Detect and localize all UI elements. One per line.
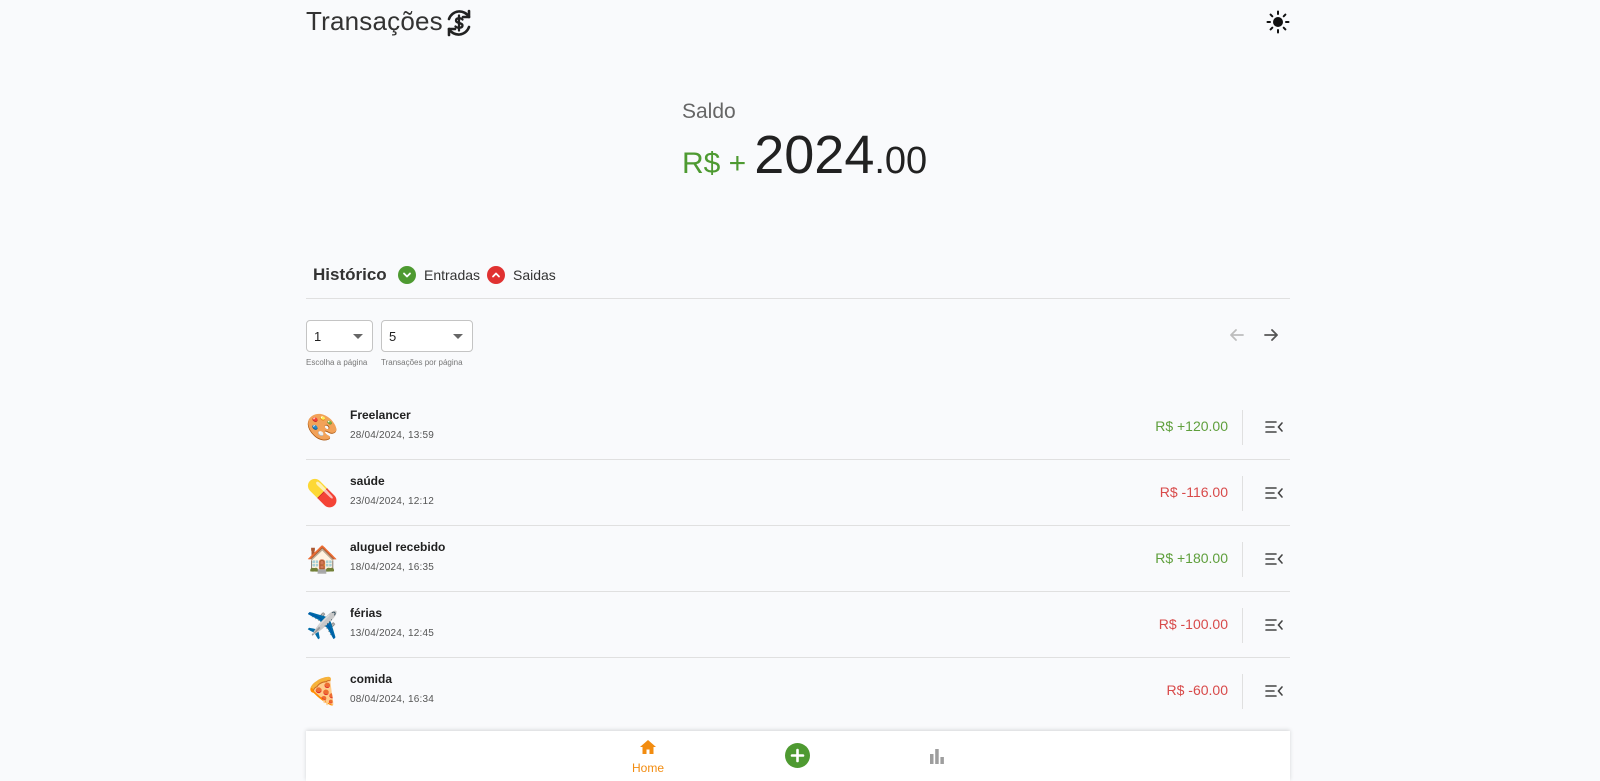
transaction-date: 08/04/2024, 16:34 <box>350 694 435 705</box>
transaction-date: 18/04/2024, 16:35 <box>350 562 435 573</box>
transaction-amount: R$ -60.00 <box>1166 682 1228 698</box>
transaction-date: 13/04/2024, 12:45 <box>350 628 435 639</box>
plus-icon <box>790 748 805 763</box>
balance-section: Saldo R$ + 2024 .00 <box>682 100 927 186</box>
nav-home-button[interactable]: Home <box>628 739 668 775</box>
menu-open-icon[interactable] <box>1264 682 1284 700</box>
nav-home-label: Home <box>631 761 664 775</box>
caret-down-icon <box>353 334 363 339</box>
transaction-name: Freelancer <box>350 408 411 422</box>
menu-open-icon[interactable] <box>1264 550 1284 568</box>
category-emoji-icon: ✈️ <box>306 610 339 640</box>
transaction-name: férias <box>350 606 383 620</box>
add-transaction-button[interactable] <box>785 743 810 768</box>
balance-value: R$ + 2024 .00 <box>682 124 927 186</box>
chevron-up-icon <box>487 266 505 284</box>
divider <box>1242 476 1243 511</box>
transaction-name: aluguel recebido <box>350 540 446 554</box>
per-page-select-helper: Transações por página <box>381 358 463 367</box>
transaction-date: 23/04/2024, 12:12 <box>350 496 435 507</box>
category-emoji-icon: 🏠 <box>306 544 339 574</box>
transaction-name: saúde <box>350 474 385 488</box>
transaction-amount: R$ +180.00 <box>1155 550 1228 566</box>
transaction-row[interactable]: ✈️ férias 13/04/2024, 12:45 R$ -100.00 <box>306 592 1290 658</box>
transaction-amount: R$ +120.00 <box>1155 418 1228 434</box>
page-select-value: 1 <box>314 329 322 344</box>
divider <box>1242 608 1243 643</box>
divider <box>1242 674 1243 709</box>
transaction-name: comida <box>350 672 393 686</box>
category-emoji-icon: 🎨 <box>306 412 339 442</box>
bar-chart-icon[interactable] <box>929 748 945 764</box>
menu-open-icon[interactable] <box>1264 418 1284 436</box>
transaction-date: 28/04/2024, 13:59 <box>350 430 435 441</box>
arrow-left-icon[interactable] <box>1227 325 1247 345</box>
balance-currency: R$ + <box>682 147 747 180</box>
transaction-amount: R$ -100.00 <box>1158 616 1228 632</box>
menu-open-icon[interactable] <box>1264 616 1284 634</box>
balance-label: Saldo <box>682 100 736 123</box>
history-header: Histórico Entradas Saidas <box>306 262 1290 299</box>
transaction-row[interactable]: 💊 saúde 23/04/2024, 12:12 R$ -116.00 <box>306 460 1290 526</box>
page-select[interactable]: 1 <box>306 320 373 352</box>
divider <box>1242 542 1243 577</box>
transaction-row[interactable]: 🎨 Freelancer 28/04/2024, 13:59 R$ +120.0… <box>306 394 1290 460</box>
sun-icon[interactable] <box>1266 10 1290 34</box>
legend-income-label: Entradas <box>424 267 481 283</box>
legend-expense: Saidas <box>487 266 556 284</box>
app-container: Transações Saldo R$ + 2024 .00 Histórico… <box>306 0 1290 781</box>
chevron-down-icon <box>398 266 416 284</box>
arrow-right-icon[interactable] <box>1261 325 1281 345</box>
page-title: Transações <box>306 6 443 36</box>
bottom-navigation: Home <box>306 731 1290 781</box>
per-page-select-value: 5 <box>389 329 397 344</box>
home-icon <box>640 740 656 754</box>
divider <box>1242 410 1243 445</box>
history-title: Histórico <box>313 265 387 284</box>
currency-exchange-icon <box>447 9 471 37</box>
balance-decimals: .00 <box>874 140 928 182</box>
transaction-list: 🎨 Freelancer 28/04/2024, 13:59 R$ +120.0… <box>306 394 1290 723</box>
balance-integer: 2024 <box>754 125 875 185</box>
top-bar: Transações <box>306 0 1290 44</box>
category-emoji-icon: 💊 <box>306 478 339 508</box>
page-select-helper: Escolha a página <box>306 358 368 367</box>
transaction-amount: R$ -116.00 <box>1159 484 1228 500</box>
per-page-select[interactable]: 5 <box>381 320 473 352</box>
legend-income: Entradas <box>398 266 480 284</box>
legend-expense-label: Saidas <box>513 267 556 283</box>
caret-down-icon <box>453 334 463 339</box>
transaction-row[interactable]: 🏠 aluguel recebido 18/04/2024, 16:35 R$ … <box>306 526 1290 592</box>
transaction-row[interactable]: 🍕 comida 08/04/2024, 16:34 R$ -60.00 <box>306 658 1290 723</box>
category-emoji-icon: 🍕 <box>306 676 339 706</box>
menu-open-icon[interactable] <box>1264 484 1284 502</box>
